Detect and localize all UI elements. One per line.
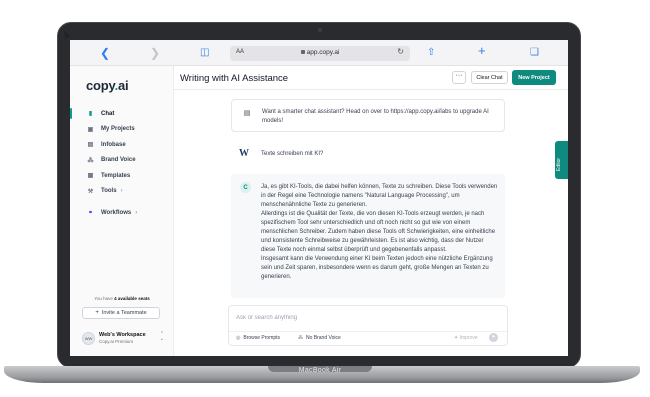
add-user-icon: + bbox=[95, 310, 99, 316]
ai-paragraph: Ja, es gibt KI-Tools, die dabei helfen k… bbox=[261, 184, 498, 208]
address-bar[interactable]: AA app.copy.ai ↻ bbox=[230, 46, 410, 61]
improve-label: Improve bbox=[459, 335, 478, 341]
url-text: app.copy.ai bbox=[230, 49, 410, 56]
tabs-overview-icon[interactable]: ❏ bbox=[530, 46, 539, 60]
copyai-logo[interactable]: copy.ai bbox=[86, 78, 129, 93]
brand-voice-label: No Brand Voice bbox=[306, 335, 341, 341]
sidebar-item-label: Brand Voice bbox=[101, 157, 136, 164]
webcam bbox=[318, 28, 322, 32]
more-options-button[interactable]: ··· bbox=[452, 71, 466, 84]
editor-tab-label: Editor bbox=[556, 157, 562, 171]
laptop-screen: ❮ ❯ ◫ AA app.copy.ai ↻ ⇧ + ❏ copy.ai ▮ C… bbox=[70, 40, 568, 356]
chat-bubble-icon: ▤ bbox=[243, 110, 251, 117]
sidebar-item-label: Chat bbox=[101, 110, 115, 117]
invite-label: Invite a Teammate bbox=[101, 310, 147, 316]
sidebar-item-templates[interactable]: ▦ Templates bbox=[70, 168, 174, 184]
sidebar: copy.ai ▮ Chat ▣ My Projects ▤ Infobase … bbox=[70, 66, 174, 356]
chat-header: Writing with AI Assistance ··· Clear Cha… bbox=[174, 66, 568, 90]
user-message-text: Texte schreiben mit KI? bbox=[261, 151, 324, 157]
avatar: WW bbox=[82, 331, 95, 345]
chevron-right-icon: › bbox=[120, 188, 123, 195]
invite-teammate-button[interactable]: + Invite a Teammate bbox=[82, 307, 160, 319]
tools-icon: ⚒ bbox=[87, 188, 94, 195]
editor-tab[interactable]: Editor bbox=[555, 141, 568, 179]
notice-text: Want a smarter chat assistant? Head on o… bbox=[262, 109, 489, 124]
main-panel: Writing with AI Assistance ··· Clear Cha… bbox=[174, 66, 568, 356]
page-title: Writing with AI Assistance bbox=[180, 73, 289, 84]
sidebar-item-infobase[interactable]: ▤ Infobase bbox=[70, 137, 174, 153]
new-tab-icon[interactable]: + bbox=[478, 44, 486, 58]
brand-voice-select[interactable]: ⁂ No Brand Voice bbox=[298, 335, 341, 341]
browse-prompts-label: Browse Prompts bbox=[243, 335, 281, 341]
sidebar-toggle-icon[interactable]: ◫ bbox=[200, 46, 209, 60]
send-icon: ➤ bbox=[491, 334, 496, 340]
folder-icon: ▣ bbox=[87, 126, 94, 133]
sidebar-item-label: My Projects bbox=[101, 126, 135, 133]
sidebar-item-my-projects[interactable]: ▣ My Projects bbox=[70, 122, 174, 138]
chat-composer: ◎ Browse Prompts ⁂ No Brand Voice ✦ Impr… bbox=[228, 305, 508, 346]
share-icon[interactable]: ⇧ bbox=[427, 46, 435, 60]
forward-icon[interactable]: ❯ bbox=[150, 46, 160, 60]
new-project-button[interactable]: New Project bbox=[512, 70, 556, 85]
upgrade-notice-message: ▤ Want a smarter chat assistant? Head on… bbox=[231, 99, 505, 132]
sidebar-item-workflows[interactable]: ⚭ Workflows › bbox=[70, 205, 174, 221]
database-icon: ▤ bbox=[87, 142, 94, 149]
ai-paragraph: Insgesamt kann die Verwendung einer KI b… bbox=[261, 256, 493, 280]
seats-info: You have 4 available seats bbox=[94, 296, 150, 301]
workspace-switcher[interactable]: WW Web's Workspace Copy.ai Premium ⌃ ⌄ bbox=[82, 329, 166, 347]
workflows-icon: ⚭ bbox=[87, 210, 94, 217]
soundwave-icon: ⁂ bbox=[87, 157, 94, 164]
sparkle-icon: ✦ bbox=[454, 335, 459, 341]
sidebar-item-brand-voice[interactable]: ⁂ Brand Voice bbox=[70, 153, 174, 169]
user-message: W Texte schreiben mit KI? bbox=[231, 142, 505, 162]
browse-prompts-button[interactable]: ◎ Browse Prompts bbox=[236, 335, 280, 341]
ai-paragraph: Allerdings ist die Qualität der Texte, d… bbox=[261, 211, 496, 253]
user-avatar-icon: W bbox=[239, 147, 249, 159]
compass-icon: ◎ bbox=[236, 335, 241, 341]
sidebar-item-tools[interactable]: ⚒ Tools › bbox=[70, 184, 174, 200]
chevron-updown-icon: ⌃ ⌄ bbox=[159, 331, 164, 342]
sidebar-item-label: Infobase bbox=[101, 141, 126, 148]
templates-icon: ▦ bbox=[87, 173, 94, 180]
send-button[interactable]: ➤ bbox=[489, 333, 498, 342]
soundwave-icon: ⁂ bbox=[298, 335, 303, 341]
reload-icon[interactable]: ↻ bbox=[397, 47, 404, 56]
workspace-plan: Copy.ai Premium bbox=[99, 339, 134, 344]
back-icon[interactable]: ❮ bbox=[100, 46, 110, 60]
sidebar-nav: ▮ Chat ▣ My Projects ▤ Infobase ⁂ Brand … bbox=[70, 106, 174, 221]
composer-actions: ◎ Browse Prompts ⁂ No Brand Voice ✦ Impr… bbox=[229, 331, 507, 343]
workspace-name: Web's Workspace bbox=[99, 332, 146, 338]
chat-icon: ▮ bbox=[88, 111, 93, 118]
copyai-avatar-icon: C bbox=[240, 182, 251, 193]
ai-message: C Ja, es gibt KI-Tools, die dabei helfen… bbox=[231, 174, 505, 298]
sidebar-item-label: Workflows bbox=[101, 209, 132, 216]
clear-chat-button[interactable]: Clear Chat bbox=[471, 71, 508, 84]
improve-button[interactable]: ✦ Improve bbox=[454, 335, 478, 341]
url-value: app.copy.ai bbox=[306, 49, 340, 56]
ai-message-text: Ja, es gibt KI-Tools, die dabei helfen k… bbox=[261, 183, 499, 296]
sidebar-item-label: Templates bbox=[101, 172, 131, 179]
browser-toolbar: ❮ ❯ ◫ AA app.copy.ai ↻ ⇧ + ❏ bbox=[70, 40, 568, 66]
lock-icon bbox=[300, 50, 305, 55]
sidebar-item-chat[interactable]: ▮ Chat bbox=[70, 106, 174, 122]
device-brand-label: MacBook Air bbox=[298, 367, 342, 374]
sidebar-item-label: Tools bbox=[101, 188, 117, 195]
scroll-fade bbox=[231, 288, 505, 298]
chat-input[interactable] bbox=[236, 312, 496, 324]
chevron-right-icon: › bbox=[135, 209, 138, 216]
